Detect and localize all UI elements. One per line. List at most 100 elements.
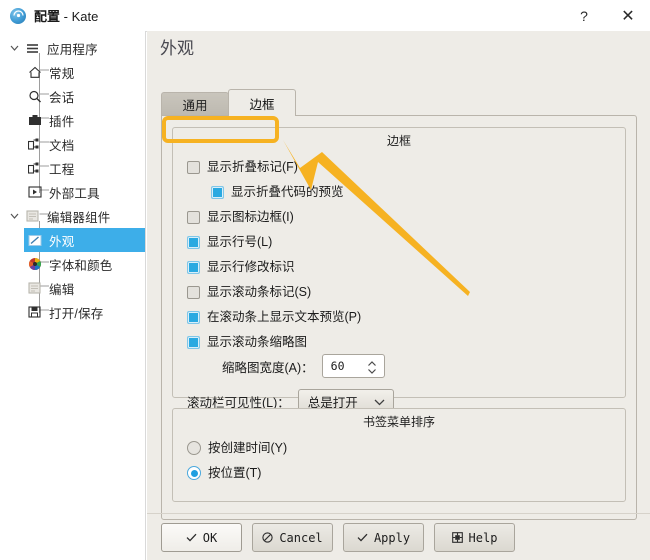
floppy-disk-icon [26,304,43,320]
appearance-icon [26,232,43,248]
radio-button-on[interactable] [187,466,201,480]
checkbox-label: 显示图标边框(I) [207,209,294,224]
checkbox-label: 在滚动条上显示文本预览(P) [207,309,362,324]
checkbox-show-line-modification[interactable]: 显示行修改标识 [187,257,295,277]
minimap-width-row: 缩略图宽度(A)： 60 [222,354,385,378]
tab-bar[interactable]: 通用 边框 [161,89,296,116]
ok-button-label: OK [202,530,218,545]
spinner-arrows-icon[interactable] [366,357,378,377]
checkbox-show-line-numbers[interactable]: 显示行号(L) [187,232,272,252]
sidebar-label-open-save: 打开/保存 [49,306,104,321]
settings-tree[interactable]: 应用程序 常规 会话 插件 文档 工程 外部工具 编辑器组件 外观 字体和颜色 … [0,31,146,560]
sidebar-item-editing[interactable]: 编辑 [0,276,145,300]
sidebar-item-application[interactable]: 应用程序 [0,36,145,60]
sidebar-label-projects: 工程 [49,162,75,177]
project-icon [26,160,43,176]
sidebar-label-editing: 编辑 [49,282,75,297]
kate-app-icon [10,7,26,24]
chevron-down-icon[interactable] [8,42,21,55]
sidebar-label-fonts-colors: 字体和颜色 [49,258,113,273]
tab-general[interactable]: 通用 [161,92,229,116]
sidebar-item-open-save[interactable]: 打开/保存 [0,300,145,324]
checkbox-box-unchecked[interactable] [187,285,200,299]
sidebar-label-appearance: 外观 [49,234,75,249]
sidebar-label-sessions: 会话 [49,90,75,105]
dialog-button-bar: OK Cancel Apply Help [147,513,650,560]
check-icon [357,533,368,542]
checkbox-label: 显示折叠代码的预览 [231,184,344,199]
checkbox-label: 显示行修改标识 [207,259,295,274]
sidebar-item-projects[interactable]: 工程 [0,156,145,180]
window-title-app: 配置 [34,9,61,24]
tab-panel-borders: 边框 显示折叠标记(F) 显示折叠代码的预览 显示图标边框(I) 显示行号(L) [161,115,637,520]
tab-borders[interactable]: 边框 [228,89,296,116]
bookmark-sort-group: 书签菜单排序 按创建时间(Y) 按位置(T) [172,408,626,502]
ok-button[interactable]: OK [161,523,242,552]
title-bar: 配置 - Kate ? ✕ [0,0,650,32]
sidebar-label-general: 常规 [49,66,75,81]
documents-icon [26,136,43,152]
help-button[interactable]: Help [434,523,515,552]
checkbox-box-checked[interactable] [187,235,200,249]
bookmark-group-title: 书签菜单排序 [362,415,435,429]
apply-button[interactable]: Apply [343,523,424,552]
radio-sort-by-position[interactable]: 按位置(T) [187,463,261,483]
checkbox-show-icon-border[interactable]: 显示图标边框(I) [187,207,294,227]
search-icon [26,88,43,104]
checkbox-box-checked[interactable] [187,310,200,324]
checkbox-label: 显示滚动条标记(S) [207,284,312,299]
cancel-button-label: Cancel [279,530,323,545]
sidebar-label-application: 应用程序 [47,42,98,57]
settings-panel: 外观 通用 边框 边框 显示折叠标记(F) 显示折叠代码的预览 显示图标边框(I… [147,31,650,560]
minimap-width-label: 缩略图宽度(A)： [222,360,314,375]
hamburger-menu-icon [24,40,41,56]
checkbox-box-unchecked[interactable] [187,160,200,174]
checkbox-label: 显示滚动条缩略图 [207,334,308,349]
sidebar-item-appearance[interactable]: 外观 [24,228,145,252]
sidebar-label-documents: 文档 [49,138,75,153]
config-dialog: 配置 - Kate ? ✕ 应用程序 常规 会话 插件 文档 工程 外部工具 编… [0,0,650,560]
apply-button-label: Apply [373,530,411,545]
sidebar-item-plugins[interactable]: 插件 [0,108,145,132]
sidebar-item-general[interactable]: 常规 [0,60,145,84]
radio-sort-by-creation-time[interactable]: 按创建时间(Y) [187,438,287,458]
checkbox-show-scrollbar-marks[interactable]: 显示滚动条标记(S) [187,282,311,302]
radio-label: 按位置(T) [208,465,262,480]
sidebar-item-editor-component[interactable]: 编辑器组件 [0,204,145,228]
checkbox-box-checked[interactable] [187,260,200,274]
cancel-button[interactable]: Cancel [252,523,333,552]
checkbox-label: 显示行号(L) [207,234,273,249]
check-icon [186,533,197,542]
checkbox-label: 显示折叠标记(F) [207,159,298,174]
minimap-width-value: 60 [330,359,345,373]
chevron-down-icon[interactable] [8,210,21,223]
checkbox-show-text-preview-on-scrollbar[interactable]: 在滚动条上显示文本预览(P) [187,307,361,327]
sidebar-label-external-tools: 外部工具 [49,186,100,201]
checkbox-box-checked[interactable] [211,185,224,199]
close-button[interactable]: ✕ [606,1,650,31]
border-group-title: 边框 [386,134,411,148]
chevron-down-icon[interactable] [374,398,385,405]
sidebar-item-external-tools[interactable]: 外部工具 [0,180,145,204]
page-title: 外观 [160,39,194,59]
window-title-suffix: - Kate [60,9,99,24]
plugin-icon [26,112,43,128]
radio-button-off[interactable] [187,441,201,455]
sidebar-item-documents[interactable]: 文档 [0,132,145,156]
checkbox-show-folding-markers[interactable]: 显示折叠标记(F) [187,157,298,177]
minimap-width-spinbox[interactable]: 60 [321,354,385,378]
editor-component-icon [24,208,41,224]
help-titlebar-button[interactable]: ? [562,1,606,31]
sidebar-item-sessions[interactable]: 会话 [0,84,145,108]
color-wheel-icon [26,256,43,272]
window-title: 配置 - Kate [34,6,98,25]
cancel-icon [262,532,273,543]
border-group: 边框 显示折叠标记(F) 显示折叠代码的预览 显示图标边框(I) 显示行号(L) [172,127,626,414]
sidebar-label-editor-component: 编辑器组件 [47,210,111,225]
checkbox-box-unchecked[interactable] [187,210,200,224]
help-button-label: Help [468,530,498,545]
checkbox-show-scrollbar-minimap[interactable]: 显示滚动条缩略图 [187,332,307,352]
checkbox-show-folding-preview[interactable]: 显示折叠代码的预览 [211,182,344,202]
sidebar-item-fonts-colors[interactable]: 字体和颜色 [0,252,145,276]
checkbox-box-checked[interactable] [187,335,200,349]
